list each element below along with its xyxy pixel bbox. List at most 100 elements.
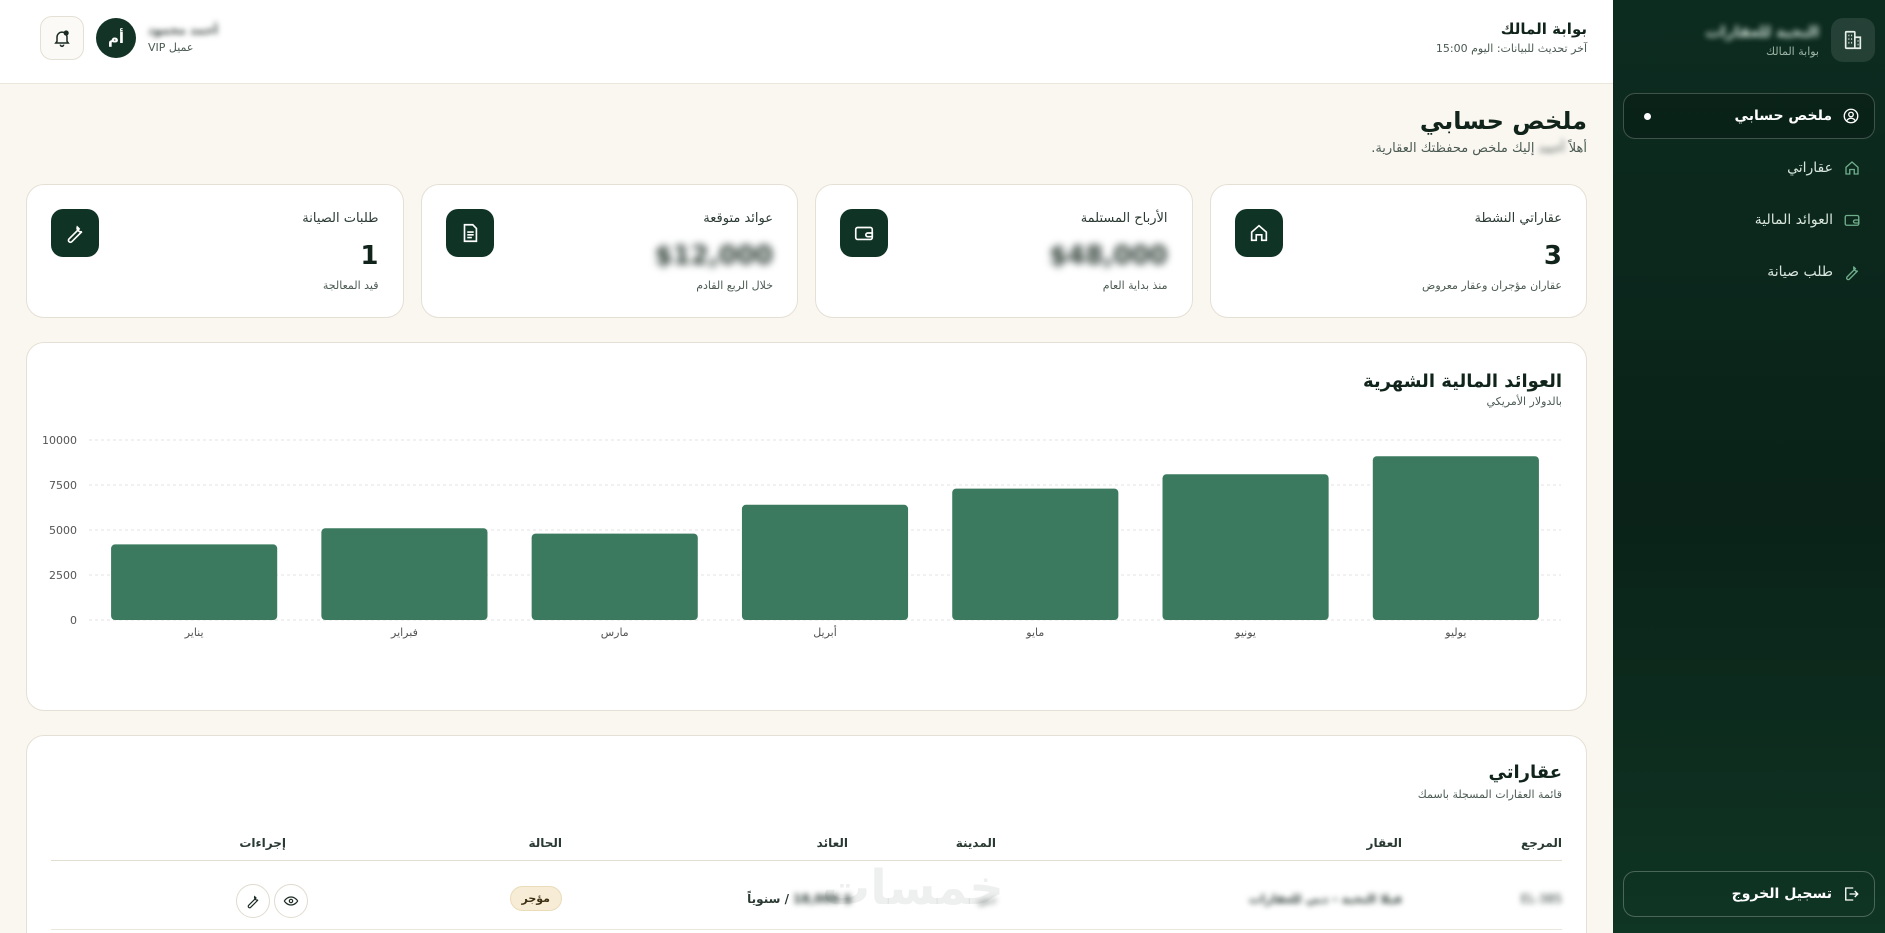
logout-button[interactable]: تسجيل الخروج bbox=[1623, 871, 1875, 917]
header-revenue: العائد bbox=[816, 836, 848, 850]
stat-card-expected-returns[interactable]: عوائد متوقعة $12,000 خلال الربع القادم bbox=[420, 184, 798, 318]
greeting-prefix: أهلاً bbox=[1568, 141, 1587, 156]
bar-3[interactable] bbox=[741, 504, 909, 620]
x-tick-label: مايو bbox=[1025, 626, 1044, 639]
bar-5[interactable] bbox=[1162, 474, 1329, 620]
sidebar: النخبة للعقارات بوابة المالك ملخص حسابي … bbox=[1613, 0, 1885, 933]
x-tick-label: مارس bbox=[601, 626, 629, 639]
sidebar-item-maintenance-request[interactable]: طلب صيانة bbox=[1623, 249, 1875, 295]
portal-heading: بوابة المالك آخر تحديث للبيانات: اليوم 1… bbox=[1436, 20, 1587, 55]
stat-card-active-properties[interactable]: عقاراتي النشطة 3 عقاران مؤجران وعقار معر… bbox=[1209, 184, 1587, 318]
bar-2[interactable] bbox=[531, 533, 698, 620]
card-title: طلبات الصيانة bbox=[302, 211, 379, 226]
bar-6[interactable] bbox=[1372, 456, 1539, 620]
stats-cards: عقاراتي النشطة 3 عقاران مؤجران وعقار معر… bbox=[26, 184, 1587, 318]
card-value: $48,000 bbox=[1049, 241, 1168, 271]
home-icon bbox=[1845, 161, 1859, 175]
active-indicator bbox=[1644, 113, 1651, 120]
bell-icon bbox=[54, 30, 70, 48]
card-subtitle: خلال الربع القادم bbox=[696, 279, 773, 292]
portal-title: بوابة المالك bbox=[1500, 20, 1587, 38]
sidebar-item-label: العوائد المالية bbox=[1754, 212, 1833, 228]
cell-property: فيلا النخبة - دبي للعقارات bbox=[1248, 892, 1402, 906]
sidebar-nav: ملخص حسابي عقاراتي العوائد المالية طلب ص… bbox=[1623, 93, 1875, 295]
maintenance-button[interactable] bbox=[236, 884, 270, 918]
wrench-icon bbox=[247, 895, 259, 909]
status-badge: مؤجر bbox=[509, 886, 562, 911]
card-subtitle: قيد المعالجة bbox=[322, 279, 379, 292]
page-subtitle: أهلاً أحمد إليك ملخص محفظتك العقارية. bbox=[1371, 141, 1587, 156]
sidebar-item-financial-returns[interactable]: العوائد المالية bbox=[1623, 197, 1875, 243]
watermark: خمسات bbox=[822, 860, 1004, 916]
user-role: عميل VIP bbox=[148, 40, 194, 54]
card-value: $12,000 bbox=[654, 241, 773, 271]
document-icon bbox=[445, 209, 494, 257]
card-title: الأرباح المستلمة bbox=[1080, 211, 1168, 226]
my-properties-table-card: عقاراتي قائمة العقارات المسجلة باسمك الم… bbox=[26, 735, 1587, 933]
card-value: 3 bbox=[1543, 241, 1562, 271]
main-content: ملخص حسابي أهلاً أحمد إليك ملخص محفظتك ا… bbox=[0, 85, 1613, 933]
wallet-icon bbox=[1844, 214, 1860, 226]
card-subtitle: منذ بداية العام bbox=[1102, 279, 1168, 292]
view-button[interactable] bbox=[274, 884, 308, 918]
logout-label: تسجيل الخروج bbox=[1731, 886, 1832, 902]
y-tick-label: 5000 bbox=[49, 524, 77, 537]
monthly-returns-chart-card: العوائد المالية الشهرية بالدولار الأمريك… bbox=[26, 342, 1587, 711]
card-subtitle: عقاران مؤجران وعقار معروض bbox=[1422, 279, 1562, 292]
wrench-icon bbox=[1846, 265, 1859, 281]
y-tick-label: 0 bbox=[70, 614, 77, 627]
building-icon bbox=[1831, 18, 1875, 62]
brand-subtitle: بوابة المالك bbox=[1766, 44, 1819, 58]
wrench-icon bbox=[51, 209, 99, 257]
y-tick-label: 2500 bbox=[49, 569, 77, 582]
sidebar-item-my-properties[interactable]: عقاراتي bbox=[1623, 145, 1875, 191]
notifications-button[interactable] bbox=[40, 16, 84, 60]
user-circle-icon bbox=[1843, 108, 1859, 124]
y-tick-label: 7500 bbox=[49, 479, 77, 492]
header-city: المدينة bbox=[955, 836, 996, 850]
header-actions: إجراءات bbox=[239, 836, 286, 850]
cell-ref: EL-385 bbox=[1520, 892, 1562, 906]
greeting-suffix: إليك ملخص محفظتك العقارية. bbox=[1371, 141, 1535, 156]
logout-icon bbox=[1845, 887, 1859, 901]
sidebar-item-label: عقاراتي bbox=[1787, 160, 1833, 176]
bar-1[interactable] bbox=[321, 528, 488, 620]
greeting-name: أحمد bbox=[1538, 141, 1565, 156]
bar-4[interactable] bbox=[952, 488, 1119, 620]
eye-icon bbox=[283, 896, 299, 906]
table-title: عقاراتي bbox=[1488, 762, 1562, 783]
brand[interactable]: النخبة للعقارات بوابة المالك bbox=[1623, 18, 1875, 62]
bar-0[interactable] bbox=[111, 544, 278, 620]
top-bar: بوابة المالك آخر تحديث للبيانات: اليوم 1… bbox=[0, 0, 1613, 84]
last-update-text: آخر تحديث للبيانات: اليوم 15:00 bbox=[1435, 42, 1587, 55]
table-row[interactable]: EL-385 فيلا النخبة - دبي للعقارات دبي $ … bbox=[51, 870, 1562, 930]
brand-name: النخبة للعقارات bbox=[1705, 22, 1819, 41]
monthly-returns-bar-chart: 0 2500 5000 7500 10000 يناير فبراير مارس أبريل ما… bbox=[42, 434, 1561, 639]
x-tick-label: يوليو bbox=[1444, 626, 1466, 639]
table-header: المرجع العقار المدينة العائد الحالة إجرا… bbox=[51, 836, 1562, 861]
stat-card-received-profits[interactable]: الأرباح المستلمة $48,000 منذ بداية العام bbox=[815, 184, 1193, 318]
card-title: عوائد متوقعة bbox=[703, 211, 773, 226]
sidebar-item-label: طلب صيانة bbox=[1767, 264, 1833, 280]
header-status: الحالة bbox=[528, 836, 562, 850]
header-ref: المرجع bbox=[1521, 836, 1562, 850]
y-tick-label: 10000 bbox=[42, 434, 77, 447]
table-subtitle: قائمة العقارات المسجلة باسمك bbox=[1417, 788, 1562, 801]
page-title: ملخص حسابي bbox=[1419, 107, 1587, 135]
wallet-icon bbox=[840, 209, 888, 257]
stat-card-maintenance-requests[interactable]: طلبات الصيانة 1 قيد المعالجة bbox=[26, 184, 404, 318]
header-property: العقار bbox=[1366, 836, 1402, 850]
card-value: 1 bbox=[360, 241, 379, 271]
x-tick-label: يناير bbox=[184, 626, 204, 639]
card-title: عقاراتي النشطة bbox=[1474, 211, 1563, 226]
sidebar-item-label: ملخص حسابي bbox=[1734, 108, 1832, 124]
x-tick-label: يونيو bbox=[1234, 626, 1256, 639]
user-area: أم أحمد محمود عميل VIP bbox=[40, 16, 218, 60]
user-name: أحمد محمود bbox=[148, 22, 218, 37]
avatar[interactable]: أم bbox=[96, 18, 136, 58]
sidebar-item-account-summary[interactable]: ملخص حسابي bbox=[1623, 93, 1875, 139]
x-tick-label: فبراير bbox=[390, 626, 418, 639]
x-tick-label: أبريل bbox=[813, 625, 837, 639]
home-icon bbox=[1234, 209, 1283, 257]
revenue-period: / سنوياً bbox=[747, 892, 789, 906]
